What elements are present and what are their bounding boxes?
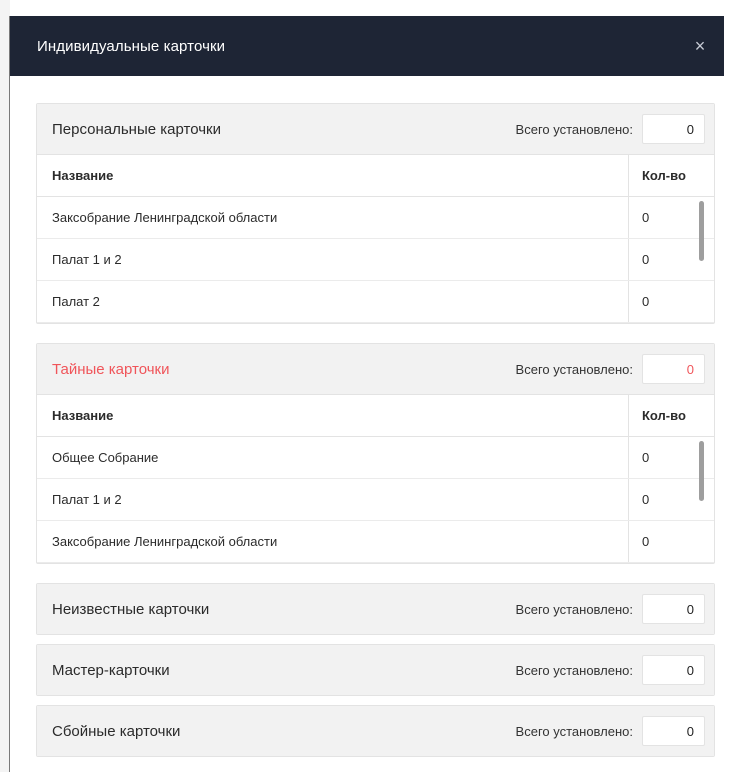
table-row[interactable]: Заксобрание Ленинградской области 0 [37,197,714,239]
scrollbar-thumb[interactable] [699,201,704,261]
panel-title: Сбойные карточки [52,722,181,740]
individual-cards-modal: Индивидуальные карточки × Персональные к… [10,16,724,772]
table-header-row: Название Кол-во [37,154,714,197]
modal-body: Персональные карточки Всего установлено:… [10,76,724,757]
column-header-name[interactable]: Название [37,155,628,196]
total-label: Всего установлено: [515,662,633,678]
personal-cards-table: Название Кол-во Заксобрание Ленинградско… [37,154,714,323]
total-group: Всего установлено: 0 [516,716,705,746]
panel-header[interactable]: Неизвестные карточки Всего установлено: … [37,584,714,634]
panel-title: Мастер-карточки [52,661,170,679]
total-group: Всего установлено: 0 [516,114,705,144]
row-name: Палат 2 [52,294,100,309]
table-row[interactable]: Палат 1 и 2 0 [37,479,714,521]
modal-title: Индивидуальные карточки [37,37,226,55]
secret-cards-panel: Тайные карточки Всего установлено: 0 Наз… [36,343,715,564]
column-header-qty[interactable]: Кол-во [628,395,714,436]
close-icon: × [694,35,706,56]
column-header-name[interactable]: Название [37,395,628,436]
row-name: Общее Собрание [52,450,159,465]
master-cards-panel: Мастер-карточки Всего установлено: 0 [36,644,715,696]
panel-title: Персональные карточки [52,120,221,138]
close-button[interactable]: × [689,35,711,57]
faulty-cards-panel: Сбойные карточки Всего установлено: 0 [36,705,715,757]
panel-title: Тайные карточки [52,360,170,378]
total-group: Всего установлено: 0 [516,594,705,624]
unknown-cards-panel: Неизвестные карточки Всего установлено: … [36,583,715,635]
total-count-field[interactable]: 0 [642,354,705,384]
row-qty: 0 [628,281,714,322]
secret-cards-table: Название Кол-во Общее Собрание 0 Палат 1… [37,394,714,563]
total-count-field[interactable]: 0 [642,716,705,746]
backdrop-right [724,0,734,772]
table-row[interactable]: Палат 2 0 [37,281,714,323]
table-header-row: Название Кол-во [37,394,714,437]
total-label: Всего установлено: [515,121,633,137]
backdrop-left [0,0,10,772]
panel-header[interactable]: Мастер-карточки Всего установлено: 0 [37,645,714,695]
panel-header[interactable]: Тайные карточки Всего установлено: 0 [37,344,714,394]
total-count-field[interactable]: 0 [642,114,705,144]
table-row[interactable]: Общее Собрание 0 [37,437,714,479]
panel-header[interactable]: Сбойные карточки Всего установлено: 0 [37,706,714,756]
total-group: Всего установлено: 0 [516,655,705,685]
total-label: Всего установлено: [515,723,633,739]
total-group: Всего установлено: 0 [516,354,705,384]
page-top-strip [0,0,734,16]
row-name: Палат 1 и 2 [52,492,122,507]
total-count-field[interactable]: 0 [642,594,705,624]
panel-header[interactable]: Персональные карточки Всего установлено:… [37,104,714,154]
total-label: Всего установлено: [515,361,633,377]
personal-cards-panel: Персональные карточки Всего установлено:… [36,103,715,324]
row-name: Заксобрание Ленинградской области [52,210,278,225]
panel-title: Неизвестные карточки [52,600,210,618]
row-qty: 0 [628,521,714,562]
scrollbar-thumb[interactable] [699,441,704,501]
total-label: Всего установлено: [515,601,633,617]
row-name: Заксобрание Ленинградской области [52,534,278,549]
modal-header: Индивидуальные карточки × [10,16,724,76]
table-row[interactable]: Палат 1 и 2 0 [37,239,714,281]
total-count-field[interactable]: 0 [642,655,705,685]
column-header-qty[interactable]: Кол-во [628,155,714,196]
row-name: Палат 1 и 2 [52,252,122,267]
table-row[interactable]: Заксобрание Ленинградской области 0 [37,521,714,563]
